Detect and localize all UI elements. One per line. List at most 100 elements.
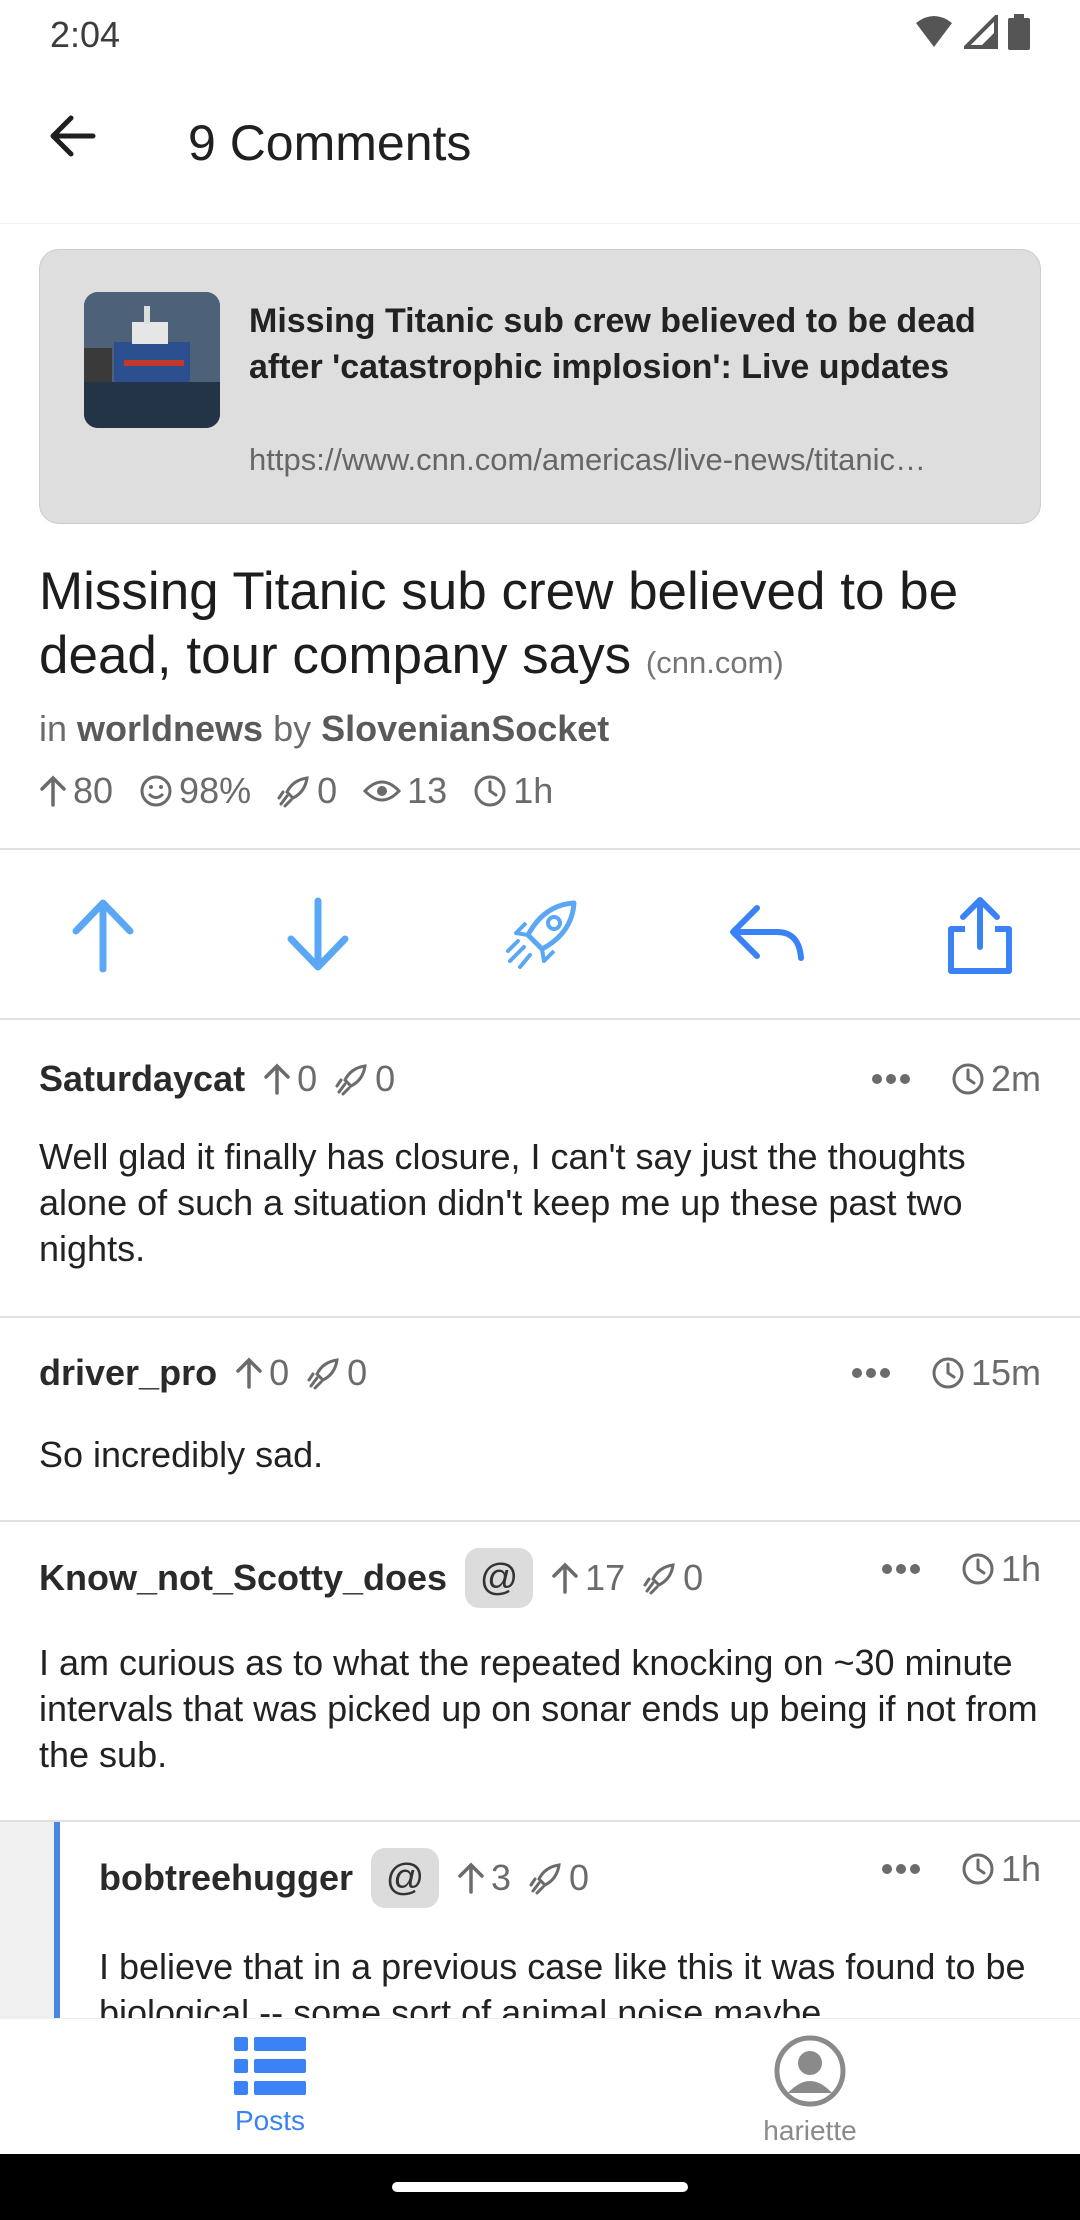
reply-icon	[730, 905, 804, 961]
link-url: https://www.cnn.com/americas/live-news/t…	[249, 442, 927, 477]
rocket-icon	[277, 776, 309, 808]
divider	[0, 1316, 1080, 1318]
battery-icon	[1008, 14, 1030, 50]
signal-icon	[964, 15, 998, 49]
comment-score: 3	[457, 1857, 511, 1899]
score-stat: 80	[39, 770, 113, 812]
smiley-icon	[140, 775, 172, 807]
comment-author[interactable]: Saturdaycat	[39, 1058, 245, 1100]
status-time: 2:04	[50, 14, 121, 55]
mention-badge[interactable]: @	[465, 1548, 534, 1608]
clock-icon	[962, 1853, 994, 1885]
views-stat: 13	[363, 770, 447, 812]
wifi-icon	[916, 16, 952, 47]
system-gesture-bar	[0, 2154, 1080, 2220]
comment-boosts: 0	[335, 1058, 395, 1100]
author-link[interactable]: SlovenianSocket	[321, 708, 609, 749]
nested-indent	[0, 1822, 54, 2018]
back-button[interactable]	[36, 100, 108, 172]
clock-icon	[932, 1357, 964, 1389]
more-options-icon[interactable]	[881, 1863, 921, 1875]
arrow-up-icon	[236, 1357, 262, 1389]
more-options-icon[interactable]	[881, 1563, 921, 1575]
share-icon	[948, 897, 1012, 974]
downvote-button[interactable]	[273, 890, 363, 980]
eye-icon	[363, 780, 402, 802]
comment-body: I am curious as to what the repeated kno…	[39, 1642, 1038, 1775]
comment-header: bobtreehugger @ 3 0	[99, 1848, 589, 1908]
mention-badge[interactable]: @	[371, 1848, 440, 1908]
clock-icon	[962, 1553, 994, 1585]
comment-body: I believe that in a previous case like t…	[99, 1946, 1026, 2018]
arrow-up-icon	[72, 899, 134, 973]
arrow-up-icon	[40, 775, 66, 807]
more-options-icon[interactable]	[851, 1367, 891, 1379]
community-link[interactable]: worldnews	[77, 708, 263, 749]
post-title-text: Missing Titanic sub crew believed to be …	[39, 562, 959, 685]
account-icon	[774, 2035, 846, 2107]
comment: Saturdaycat 0 0 2m Well glad it finally …	[0, 1058, 1080, 1314]
post-title: Missing Titanic sub crew believed to be …	[39, 560, 1049, 695]
comment-body: Well glad it finally has closure, I can'…	[39, 1136, 966, 1269]
upvote-button[interactable]	[58, 890, 148, 980]
share-button[interactable]	[935, 890, 1025, 980]
list-icon	[234, 2037, 306, 2095]
post-meta: in worldnews by SlovenianSocket	[39, 708, 609, 750]
boost-stat: 0	[277, 770, 337, 812]
post-stats: 80 98% 0 13 1h	[39, 770, 553, 812]
link-preview-card[interactable]: Missing Titanic sub crew believed to be …	[39, 249, 1041, 524]
upvote-pct-stat: 98%	[139, 770, 251, 812]
rocket-icon	[335, 1064, 367, 1096]
post-domain: (cnn.com)	[645, 645, 784, 680]
comment-author[interactable]: Know_not_Scotty_does	[39, 1557, 447, 1599]
in-label: in	[39, 708, 68, 749]
page-title: 9 Comments	[188, 115, 472, 171]
by-label: by	[273, 708, 312, 749]
comment-header: driver_pro 0 0	[39, 1352, 367, 1394]
comment: Know_not_Scotty_does @ 17 0 1h I am curi…	[0, 1548, 1080, 1808]
divider	[0, 1820, 1080, 1822]
home-gesture-pill[interactable]	[392, 2182, 688, 2192]
app-bar: 9 Comments	[0, 64, 1080, 224]
arrow-up-icon	[264, 1063, 290, 1095]
clock-icon	[474, 775, 506, 807]
boost-button[interactable]	[497, 890, 587, 980]
comment-header-right: 1h	[881, 1548, 1041, 1590]
comment-header-right: 2m	[871, 1058, 1041, 1100]
comment-header-right: 15m	[851, 1352, 1041, 1394]
nav-posts[interactable]: Posts	[120, 2035, 420, 2137]
comment-age: 2m	[951, 1058, 1041, 1100]
rocket-icon	[529, 1863, 561, 1895]
reply-button[interactable]	[722, 890, 812, 980]
comment-author[interactable]: bobtreehugger	[99, 1857, 353, 1899]
comment-author[interactable]: driver_pro	[39, 1352, 217, 1394]
more-options-icon[interactable]	[871, 1073, 911, 1085]
rocket-icon	[643, 1563, 675, 1595]
comment-age: 1h	[961, 1548, 1041, 1590]
clock-icon	[952, 1063, 984, 1095]
comment-header-right: 1h	[881, 1848, 1041, 1890]
arrow-up-icon	[552, 1562, 578, 1594]
status-icons	[914, 14, 1030, 50]
bottom-navigation: Posts hariette	[0, 2018, 1080, 2154]
comment-boosts: 0	[307, 1352, 367, 1394]
comment: driver_pro 0 0 15m So incredibly sad.	[0, 1352, 1080, 1512]
comment-boosts: 0	[529, 1857, 589, 1899]
divider	[0, 1520, 1080, 1522]
status-bar: 2:04	[0, 0, 1080, 64]
rocket-icon	[307, 1358, 339, 1390]
divider	[0, 1018, 1080, 1020]
nav-profile[interactable]: hariette	[660, 2035, 960, 2147]
arrow-up-icon	[458, 1862, 484, 1894]
comment-boosts: 0	[643, 1557, 703, 1599]
comment-body: So incredibly sad.	[39, 1434, 324, 1475]
comment-age: 15m	[931, 1352, 1041, 1394]
back-arrow-icon	[50, 115, 96, 157]
comment-header: Know_not_Scotty_does @ 17 0	[39, 1548, 703, 1608]
comment-score: 17	[551, 1557, 625, 1599]
comment-score: 0	[235, 1352, 289, 1394]
comment-score: 0	[263, 1058, 317, 1100]
link-title: Missing Titanic sub crew believed to be …	[249, 302, 976, 386]
nav-posts-label: Posts	[234, 2105, 306, 2136]
comment: bobtreehugger @ 3 0 1h I believe that in…	[60, 1848, 1080, 2018]
